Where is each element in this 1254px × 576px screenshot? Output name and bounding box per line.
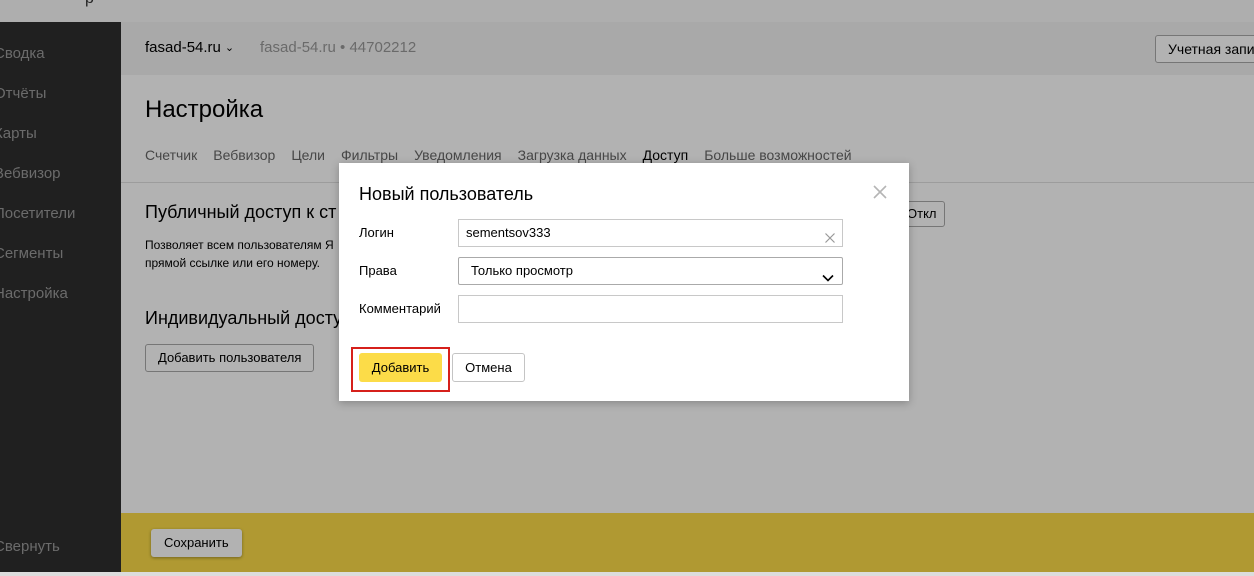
rights-label: Права: [359, 263, 397, 278]
new-user-dialog: Новый пользователь Логин sementsov333 Пр…: [339, 163, 909, 401]
rights-select[interactable]: Только просмотр: [458, 257, 843, 285]
comment-input[interactable]: [458, 295, 843, 323]
add-button[interactable]: Добавить: [359, 353, 442, 382]
comment-label: Комментарий: [359, 301, 441, 316]
login-label: Логин: [359, 225, 394, 240]
chevron-down-icon: [822, 266, 834, 282]
bottom-strip: [0, 572, 1254, 576]
cancel-button[interactable]: Отмена: [452, 353, 525, 382]
login-value: sementsov333: [466, 225, 551, 240]
login-input[interactable]: sementsov333: [458, 219, 843, 247]
clear-icon[interactable]: [824, 227, 836, 243]
close-icon[interactable]: [870, 182, 890, 202]
rights-value: Только просмотр: [471, 263, 573, 278]
dialog-title: Новый пользователь: [359, 184, 534, 204]
